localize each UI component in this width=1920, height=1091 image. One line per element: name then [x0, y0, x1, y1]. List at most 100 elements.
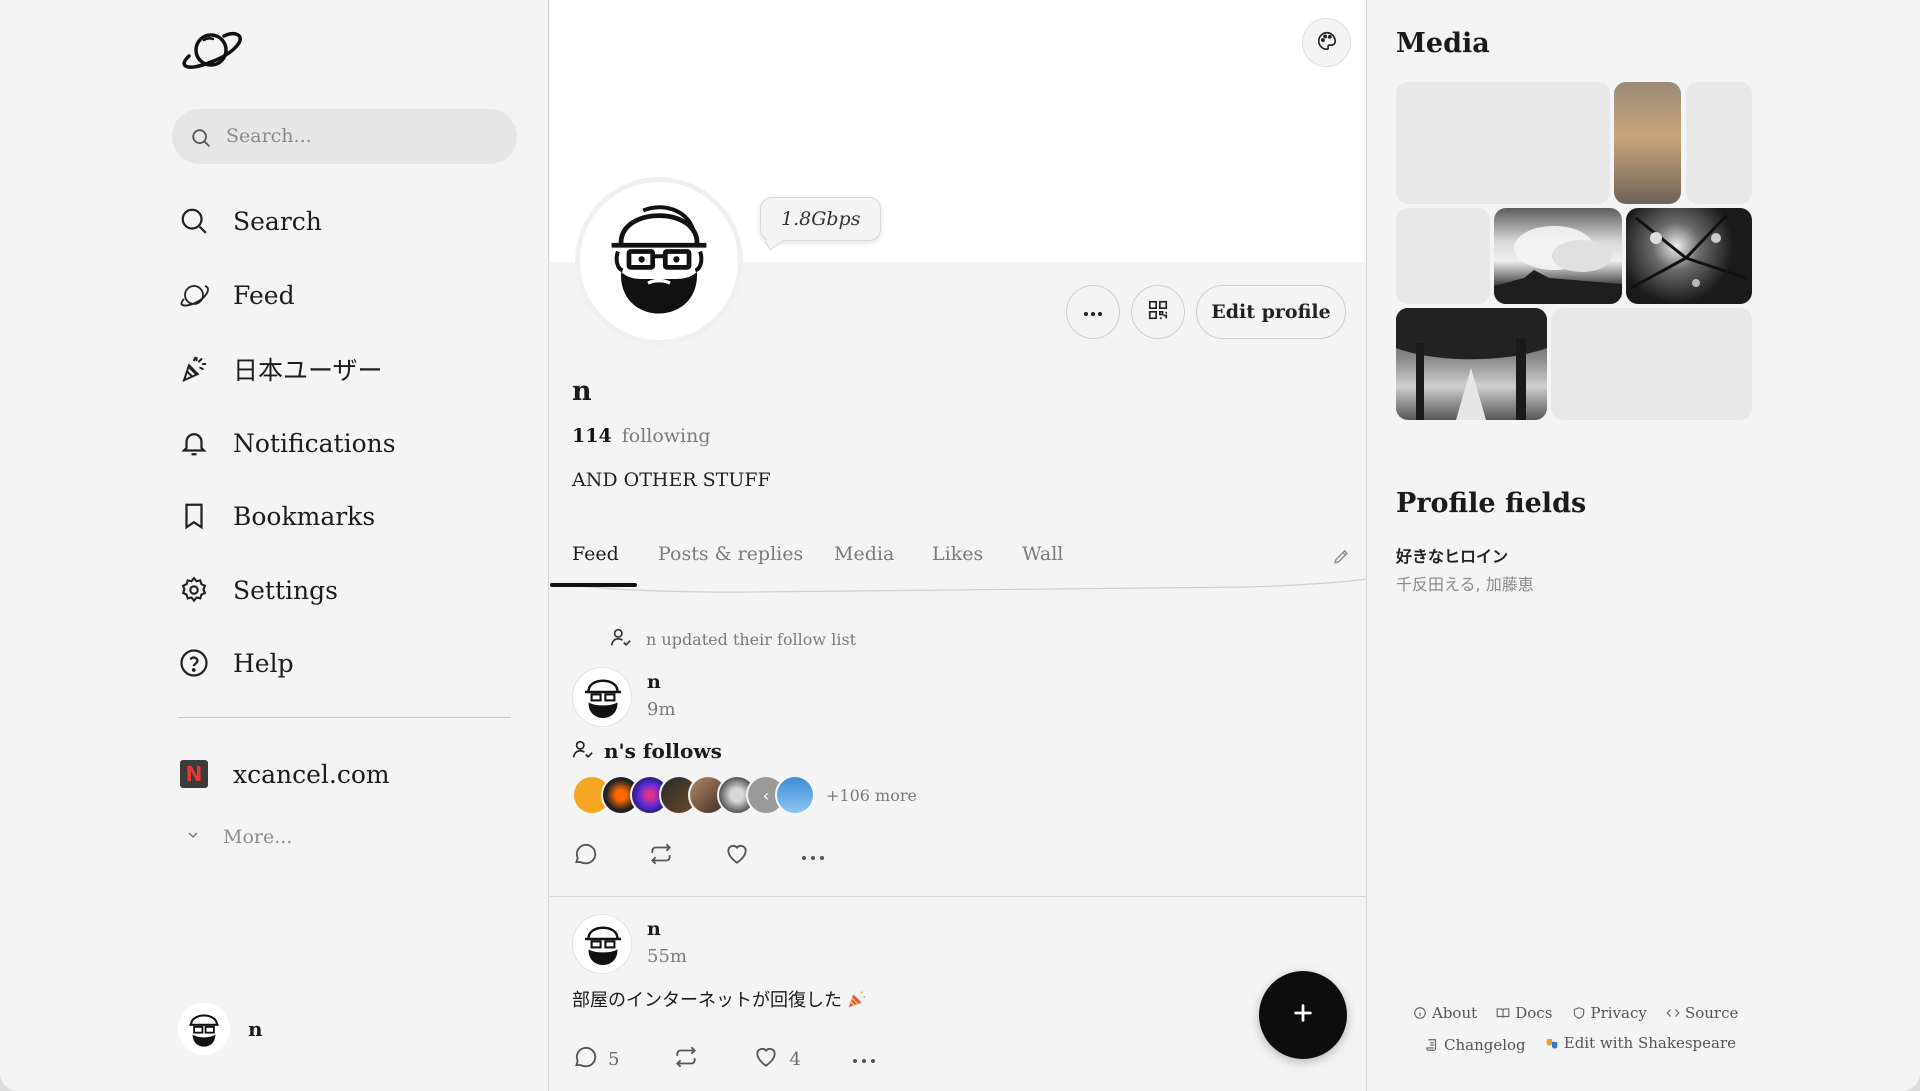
post-more-button[interactable] [800, 847, 826, 866]
media-title: Media [1396, 28, 1490, 59]
nav-item-help[interactable]: Help [178, 641, 294, 685]
tab-wall[interactable]: Wall [1022, 543, 1063, 565]
post-author[interactable]: n [647, 671, 676, 693]
avatar[interactable] [572, 667, 632, 727]
reply-button[interactable] [572, 841, 598, 871]
nav-item-notifications[interactable]: Notifications [178, 421, 396, 465]
search-icon [178, 205, 210, 237]
nav-label: Feed [233, 280, 295, 310]
footer-privacy-link[interactable]: Privacy [1572, 1004, 1647, 1022]
profile-avatar[interactable] [575, 177, 743, 345]
post-timestamp[interactable]: 55m [647, 946, 687, 967]
footer-link-label: About [1432, 1004, 1478, 1022]
follows-title[interactable]: n's follows [572, 738, 722, 764]
more-toggle[interactable]: More... [185, 826, 292, 848]
edit-tabs-pencil-icon[interactable] [1332, 547, 1351, 570]
more-options-button[interactable] [1066, 285, 1120, 339]
tab-media[interactable]: Media [834, 543, 894, 565]
nav-item-feed[interactable]: Feed [178, 273, 295, 317]
tab-posts-replies[interactable]: Posts & replies [658, 543, 803, 565]
reply-button[interactable]: 5 [572, 1044, 619, 1074]
theater-masks-icon [1545, 1036, 1559, 1050]
theme-button[interactable] [1302, 18, 1351, 67]
media-tile[interactable] [1494, 208, 1622, 304]
post-content: 部屋のインターネットが回復した [572, 986, 868, 1012]
nav-item-japanese-users[interactable]: 日本ユーザー [178, 347, 383, 391]
help-circle-icon [178, 647, 210, 679]
post-author[interactable]: n [647, 918, 687, 940]
nav-label: Help [233, 648, 294, 678]
nav-item-settings[interactable]: Settings [178, 568, 338, 612]
media-tile[interactable] [1396, 82, 1610, 204]
footer-docs-link[interactable]: Docs [1496, 1004, 1552, 1022]
profile-main: 1.8Gbps Edit profile n 114 following AND… [550, 0, 1367, 1091]
qr-code-button[interactable] [1131, 285, 1185, 339]
profile-name: n [572, 376, 592, 407]
nav-label: Notifications [233, 428, 396, 458]
footer-shakespeare-link[interactable]: Edit with Shakespeare [1545, 1034, 1736, 1052]
following-count: 114 [572, 425, 612, 447]
xcancel-icon: N [180, 760, 208, 788]
footer-about-link[interactable]: About [1413, 1004, 1477, 1022]
comment-icon [572, 841, 598, 871]
forest-path-photo [1396, 308, 1547, 420]
heart-icon [753, 1044, 779, 1074]
tab-feed[interactable]: Feed [572, 543, 619, 565]
app-window: Search Feed 日本ユーザー Notifications Bookmar… [0, 0, 1920, 1091]
footer-link-label: Source [1684, 1004, 1739, 1022]
media-tile[interactable] [1396, 208, 1490, 304]
planet-icon [178, 279, 210, 311]
planet-logo-icon[interactable] [178, 26, 244, 74]
search-bar[interactable] [172, 109, 517, 164]
nav-label: xcancel.com [233, 759, 390, 789]
post-more-button[interactable] [851, 1050, 877, 1069]
media-tile[interactable] [1614, 82, 1681, 204]
post-actions [572, 841, 826, 871]
tab-likes[interactable]: Likes [932, 543, 983, 565]
post-text: 部屋のインターネットが回復した [572, 990, 842, 1011]
footer-link-label: Docs [1515, 1004, 1553, 1022]
tree-canopy-photo [1630, 214, 1747, 290]
follows-avatars[interactable]: ‹ +106 more [572, 775, 917, 815]
following-link[interactable]: 114 following [572, 425, 711, 447]
nav-item-search[interactable]: Search [178, 199, 322, 243]
scroll-icon [1425, 1038, 1439, 1052]
like-button[interactable]: 4 [753, 1044, 801, 1074]
book-icon [1496, 1006, 1510, 1020]
party-popper-icon [178, 353, 210, 385]
nav-divider [178, 717, 511, 718]
media-tile[interactable] [1396, 308, 1547, 420]
profile-field-name: 好きなヒロイン [1396, 547, 1509, 566]
footer-source-link[interactable]: Source [1666, 1004, 1738, 1022]
search-input[interactable] [226, 121, 496, 151]
current-user-name: n [248, 1017, 263, 1041]
profile-fields-title: Profile fields [1396, 488, 1587, 519]
current-user-menu[interactable]: n [178, 1003, 263, 1055]
nav-item-xcancel[interactable]: N xcancel.com [178, 752, 390, 796]
bell-icon [178, 427, 210, 459]
avatar [178, 1003, 230, 1055]
like-button[interactable] [724, 841, 750, 871]
post-timestamp[interactable]: 9m [647, 699, 676, 720]
tab-divider [550, 578, 1366, 593]
nav-label: Settings [233, 575, 338, 605]
media-tile[interactable] [1626, 208, 1752, 304]
user-check-icon [572, 738, 594, 764]
nav-label: Bookmarks [233, 501, 376, 531]
profile-field-value: 千反田える, 加藤恵 [1396, 575, 1534, 594]
edit-profile-button[interactable]: Edit profile [1196, 285, 1346, 339]
repost-button[interactable] [648, 841, 674, 871]
media-tile[interactable] [1551, 308, 1752, 420]
repost-button[interactable] [673, 1044, 699, 1074]
more-follows-count[interactable]: +106 more [826, 786, 917, 805]
left-sidebar: Search Feed 日本ユーザー Notifications Bookmar… [0, 0, 549, 1091]
nav-item-bookmarks[interactable]: Bookmarks [178, 494, 375, 538]
like-count: 4 [789, 1048, 801, 1070]
avatar[interactable] [572, 914, 632, 974]
media-tile[interactable] [1686, 82, 1752, 204]
chevron-down-icon [185, 827, 201, 847]
activity-text: n updated their follow list [646, 629, 857, 649]
footer-changelog-link[interactable]: Changelog [1425, 1036, 1526, 1054]
compose-button[interactable] [1259, 971, 1347, 1059]
shield-icon [1572, 1006, 1586, 1020]
